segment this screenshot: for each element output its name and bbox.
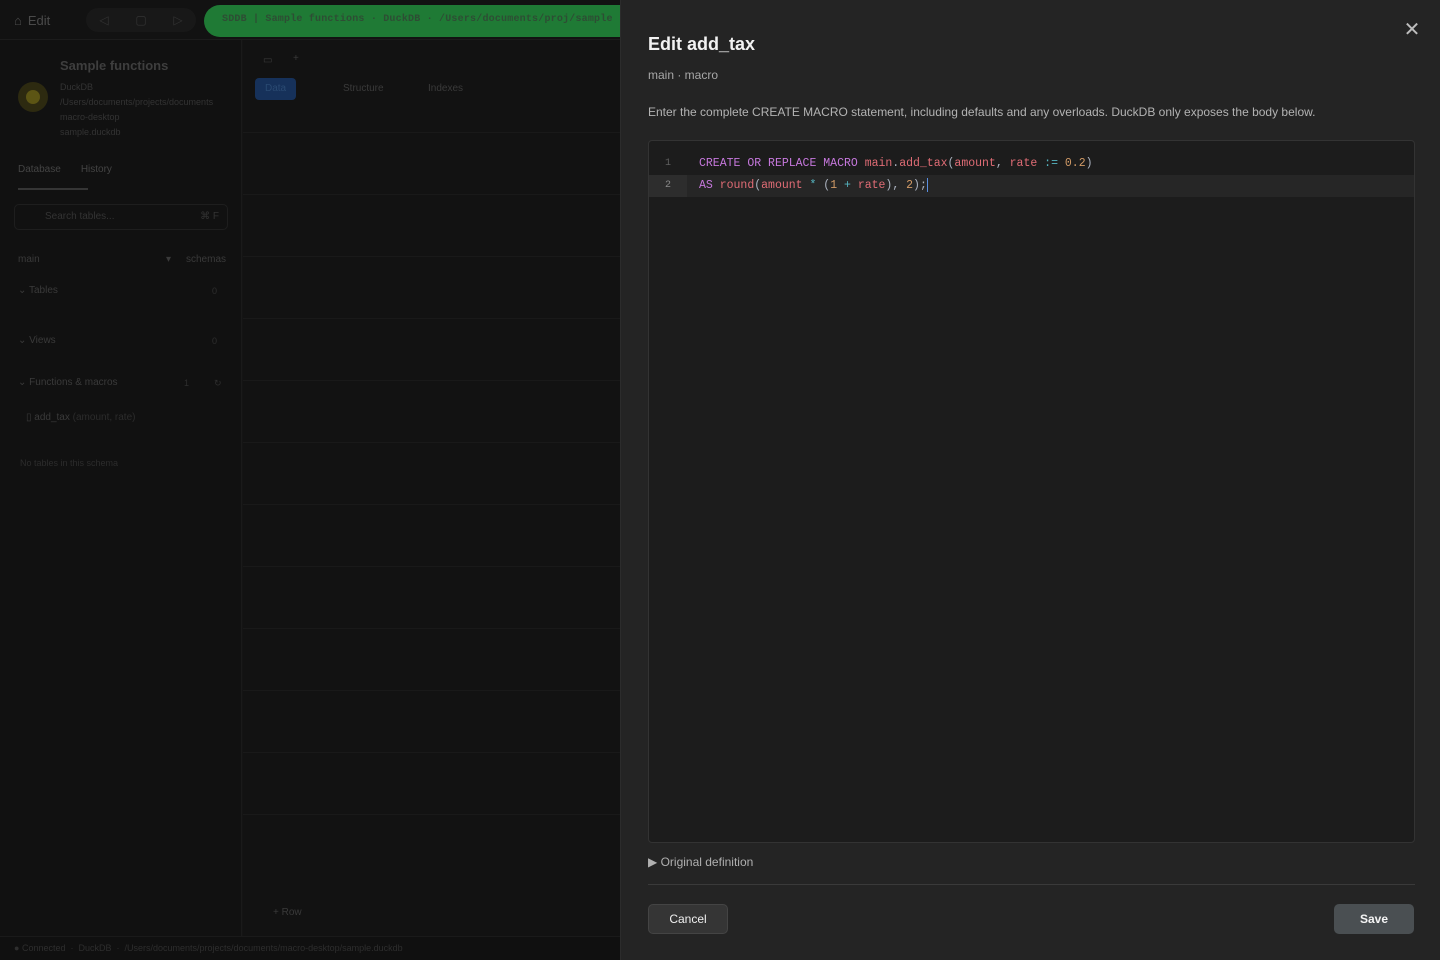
database-meta: DuckDB /Users/documents/projects/documen… bbox=[60, 80, 213, 140]
status-dot-icon: ● bbox=[14, 943, 20, 953]
active-tab-underline bbox=[18, 188, 88, 190]
group-label: Tables bbox=[28, 285, 58, 296]
edit-button[interactable]: ⌂ Edit bbox=[14, 9, 50, 31]
edit-label: Edit bbox=[27, 12, 51, 28]
refresh-icon[interactable]: ↻ bbox=[214, 378, 222, 389]
group-label: Functions & macros bbox=[29, 377, 118, 388]
code-line[interactable]: 1 CREATE OR REPLACE MACRO main.add_tax(a… bbox=[649, 153, 1414, 175]
chevron-icon: ⌄ bbox=[18, 377, 30, 388]
group-count: 0 bbox=[212, 336, 218, 346]
panel-title: Edit add_tax bbox=[648, 34, 756, 54]
function-args: (amount, rate) bbox=[72, 412, 136, 423]
database-title: Sample functions bbox=[60, 58, 169, 73]
text-caret bbox=[926, 177, 928, 192]
db-meta-path: /Users/documents/projects/documents bbox=[60, 97, 214, 107]
code-line-active[interactable]: 2 AS round(amount * (1 + rate), 2); bbox=[649, 175, 1414, 197]
home-icon: ⌂ bbox=[14, 12, 22, 28]
status-engine: DuckDB bbox=[78, 943, 112, 953]
group-label: Views bbox=[29, 335, 56, 346]
db-meta-file: sample.duckdb bbox=[60, 127, 121, 137]
line-number: 2 bbox=[649, 175, 687, 197]
original-definition-label: Original definition bbox=[660, 855, 754, 869]
search-placeholder: Search tables... bbox=[45, 211, 115, 222]
sql-code-editor[interactable]: 1 CREATE OR REPLACE MACRO main.add_tax(a… bbox=[648, 140, 1415, 843]
schema-selector[interactable]: main ▾ schemas bbox=[18, 254, 226, 265]
grid-divider bbox=[243, 194, 620, 195]
function-item-add-tax[interactable]: ▯ add_tax (amount, rate) bbox=[26, 412, 135, 423]
panel-subtitle: main · macro bbox=[648, 68, 719, 82]
group-count: 1 bbox=[184, 378, 190, 388]
tab-history[interactable]: History bbox=[81, 164, 112, 175]
db-meta-engine: DuckDB bbox=[60, 82, 94, 92]
save-button[interactable]: Save bbox=[1334, 904, 1414, 934]
schema-hint: schemas bbox=[186, 254, 227, 265]
tab-indexes[interactable]: Indexes bbox=[418, 78, 473, 100]
grid-divider bbox=[243, 628, 620, 629]
background-app: ⌂ Edit ◁ ▢ ▷ SDDB | Sample functions · D… bbox=[0, 0, 620, 960]
chevron-down-icon: ▾ bbox=[166, 254, 172, 265]
db-meta-project: macro-desktop bbox=[60, 112, 120, 122]
tab-database[interactable]: Database bbox=[18, 164, 61, 175]
grid-divider bbox=[243, 566, 620, 567]
chevron-icon: ⌄ bbox=[18, 335, 30, 346]
cancel-button[interactable]: Cancel bbox=[648, 904, 728, 934]
add-row-button[interactable]: + Row bbox=[263, 902, 312, 924]
code-line-text: CREATE OR REPLACE MACRO main.add_tax(amo… bbox=[699, 157, 1093, 170]
group-count: 0 bbox=[212, 286, 218, 296]
line-number: 1 bbox=[649, 153, 687, 175]
grid-divider bbox=[243, 256, 620, 257]
panel-description: Enter the complete CREATE MACRO statemen… bbox=[648, 105, 1316, 119]
main-canvas: ▭ + Data Structure Indexes + Row bbox=[243, 40, 620, 936]
grid-divider bbox=[243, 504, 620, 505]
footer-divider bbox=[648, 884, 1415, 885]
navigation-controls: ◁ ▢ ▷ bbox=[86, 8, 196, 32]
connection-pill[interactable]: SDDB | Sample functions · DuckDB · /User… bbox=[204, 5, 620, 37]
grid-divider bbox=[243, 380, 620, 381]
sidebar-tabs: Database History bbox=[18, 164, 112, 175]
grid-divider bbox=[243, 814, 620, 815]
grid-divider bbox=[243, 132, 620, 133]
search-shortcut: ⌘ F bbox=[200, 211, 219, 222]
top-bar: ⌂ Edit ◁ ▢ ▷ SDDB | Sample functions · D… bbox=[0, 0, 620, 40]
table-search-input[interactable]: Search tables... ⌘ F bbox=[14, 204, 228, 230]
code-line-text: AS round(amount * (1 + rate), 2); bbox=[699, 177, 928, 192]
group-functions[interactable]: ⌄ Functions & macros bbox=[18, 377, 118, 388]
grid-divider bbox=[243, 690, 620, 691]
group-tables[interactable]: ⌄ Tables bbox=[18, 285, 58, 296]
status-connected: Connected bbox=[21, 943, 66, 953]
sidebar-toggle-icon[interactable]: ▭ bbox=[253, 50, 282, 72]
edit-macro-panel: ✕ Edit add_tax main · macro Enter the co… bbox=[620, 0, 1440, 960]
grid-divider bbox=[243, 442, 620, 443]
group-views[interactable]: ⌄ Views bbox=[18, 335, 56, 346]
sidebar: Sample functions DuckDB /Users/documents… bbox=[0, 40, 242, 936]
grid-divider bbox=[243, 752, 620, 753]
function-name: add_tax bbox=[34, 412, 70, 423]
run-icon[interactable]: ▷ bbox=[173, 13, 182, 27]
status-bar: ● Connected · DuckDB · /Users/documents/… bbox=[0, 936, 620, 960]
add-tab-icon[interactable]: + bbox=[283, 48, 309, 70]
back-icon[interactable]: ◁ bbox=[99, 13, 108, 27]
stop-icon[interactable]: ▢ bbox=[135, 13, 146, 27]
duckdb-logo-icon bbox=[18, 82, 48, 112]
empty-note: No tables in this schema bbox=[20, 458, 119, 468]
status-path: /Users/documents/projects/documents/macr… bbox=[124, 943, 403, 953]
tab-structure[interactable]: Structure bbox=[333, 78, 394, 100]
close-icon[interactable]: ✕ bbox=[1402, 20, 1422, 40]
tab-data[interactable]: Data bbox=[255, 78, 297, 100]
original-definition-toggle[interactable]: ▶ Original definition bbox=[648, 855, 753, 869]
chevron-icon: ⌄ bbox=[18, 285, 29, 296]
triangle-right-icon: ▶ bbox=[648, 855, 658, 869]
grid-divider bbox=[243, 318, 620, 319]
schema-name: main bbox=[18, 254, 40, 265]
